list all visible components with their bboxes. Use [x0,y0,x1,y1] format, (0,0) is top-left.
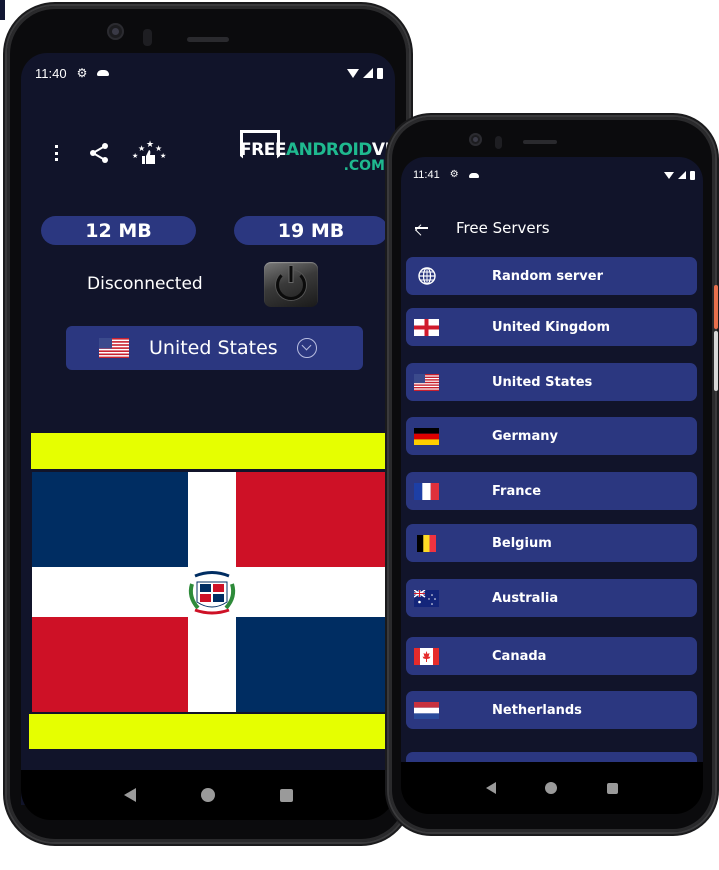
server-item-random[interactable]: Random server [406,257,697,295]
wifi-icon [664,171,674,179]
phone-main-screen: 11:40 ⚙ ★ ★ ★ ★ ★ FREEANDROIDV .COM 12 M… [7,6,409,842]
uk-flag-icon [414,318,439,336]
be-flag-icon [417,534,436,552]
server-item-belgium[interactable]: Belgium [406,524,697,562]
nav-home-button[interactable] [545,782,558,794]
server-label: United States [492,374,593,390]
phone-server-list: 11:41 ⚙ Free Servers Random server Unite… [389,117,718,832]
server-item-germany[interactable]: Germany [406,417,697,455]
main-screen: 11:40 ⚙ ★ ★ ★ ★ ★ FREEANDROIDV .COM 12 M… [21,53,395,805]
signal-icon [363,68,373,78]
us-flag-icon [414,373,439,391]
wifi-icon [347,68,359,78]
chevron-down-icon [297,338,317,358]
de-flag-icon [414,427,439,445]
server-label: Netherlands [492,702,582,718]
svg-text:★: ★ [160,152,166,160]
page-title: Free Servers [456,219,550,237]
nl-flag-icon [414,701,439,719]
server-label: Random server [492,268,604,284]
front-camera [107,23,124,40]
nav-back-button[interactable] [485,782,496,794]
toolbar: ★ ★ ★ ★ ★ [47,139,167,167]
gear-icon: ⚙ [76,66,88,80]
fr-flag-icon [414,482,439,500]
server-item-netherlands[interactable]: Netherlands [406,691,697,729]
rate-stars-thumbs-up-icon[interactable]: ★ ★ ★ ★ ★ [131,139,167,167]
power-connect-button[interactable] [264,262,318,307]
brand-android: ANDROID [285,140,372,160]
server-item-france[interactable]: France [406,472,697,510]
system-nav-bar [21,770,395,820]
au-flag-icon [414,589,439,607]
dominican-republic-flag[interactable] [32,472,392,712]
nav-recents-button[interactable] [607,782,619,794]
server-label: United Kingdom [492,319,611,335]
corner-mark [0,0,5,20]
ad-banner-bottom[interactable] [29,714,391,749]
status-bar: 11:41 ⚙ [401,161,703,189]
system-nav-bar [401,762,703,814]
gear-icon: ⚙ [449,169,459,180]
menu-list-icon[interactable] [47,145,67,161]
ca-flag-icon [414,647,439,665]
nav-back-button[interactable] [123,788,136,802]
status-time: 11:40 [35,65,67,81]
selected-country-name: United States [149,337,278,359]
server-label: Belgium [492,535,552,551]
download-usage-badge: 12 MB [41,216,196,245]
status-bar: 11:40 ⚙ [21,59,395,87]
connection-status: Disconnected [87,274,203,294]
ad-banner-top[interactable] [31,433,393,469]
nav-home-button[interactable] [200,788,215,802]
nav-recents-button[interactable] [279,788,293,802]
back-arrow-icon[interactable] [414,221,428,235]
globe-icon [414,267,439,285]
server-label: France [492,483,542,499]
server-item-canada[interactable]: Canada [406,637,697,675]
us-flag-icon [99,338,129,358]
cloud-icon [468,172,479,178]
country-selector[interactable]: United States [66,326,363,370]
brand-free: FREE [240,140,286,160]
servers-screen: 11:41 ⚙ Free Servers Random server Unite… [401,157,703,762]
svg-text:★: ★ [155,144,162,153]
power-icon [276,269,306,300]
server-item-us[interactable]: United States [406,363,697,401]
side-button-volume [714,331,718,391]
share-icon[interactable] [89,142,109,164]
earpiece-speaker [523,140,557,144]
sensor [495,136,502,149]
upload-usage-badge: 19 MB [234,216,388,245]
svg-text:★: ★ [146,139,154,149]
app-header: Free Servers [401,213,550,243]
side-button-power [714,285,718,329]
brand-com: .COM [343,158,385,174]
status-time: 11:41 [413,169,440,181]
server-label: Canada [492,648,547,664]
sensor [143,29,152,46]
svg-text:★: ★ [138,144,145,153]
server-item-uk[interactable]: United Kingdom [406,308,697,346]
earpiece-speaker [187,37,229,42]
server-item-partial[interactable] [406,752,697,762]
front-camera [469,133,482,146]
cloud-icon [97,70,110,76]
svg-text:★: ★ [132,152,138,160]
server-label: Australia [492,590,559,606]
brand-logo: FREEANDROIDVPN .COM [237,128,395,176]
battery-icon [690,170,695,180]
server-item-australia[interactable]: Australia [406,579,697,617]
server-label: Germany [492,428,558,444]
signal-icon [678,171,686,179]
battery-icon [377,67,383,79]
